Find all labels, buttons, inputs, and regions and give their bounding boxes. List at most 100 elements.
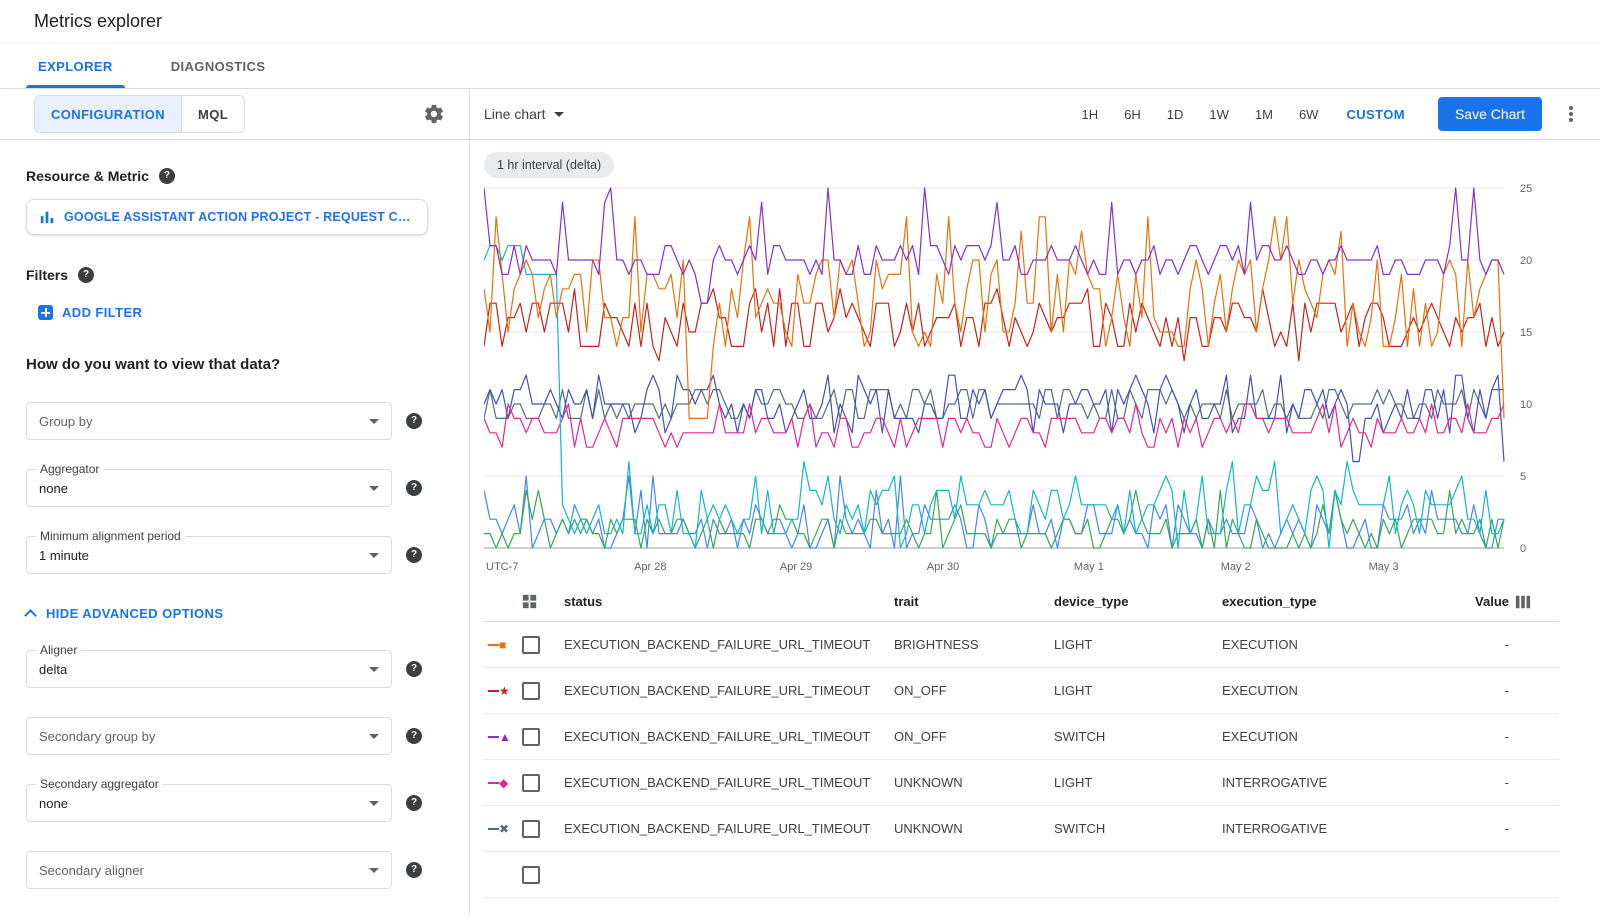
- range-custom-button[interactable]: CUSTOM: [1346, 101, 1405, 128]
- cell-device-type: LIGHT: [1054, 775, 1222, 790]
- svg-text:Apr 30: Apr 30: [927, 561, 959, 573]
- range-6h-button[interactable]: 6H: [1124, 101, 1141, 128]
- hide-advanced-options-toggle[interactable]: HIDE ADVANCED OPTIONS: [26, 606, 223, 621]
- help-icon[interactable]: ?: [406, 728, 422, 744]
- chart-type-dropdown[interactable]: Line chart: [484, 106, 564, 122]
- legend-grid-icon[interactable]: [522, 594, 564, 609]
- aligner-select[interactable]: Aligner delta: [26, 650, 392, 688]
- help-icon[interactable]: ?: [78, 267, 94, 283]
- table-row[interactable]: ✖ EXECUTION_BACKEND_FAILURE_URL_TIMEOUT …: [484, 806, 1559, 852]
- row-checkbox[interactable]: [522, 636, 540, 654]
- min-alignment-period-select[interactable]: Minimum alignment period 1 minute: [26, 536, 392, 574]
- chevron-down-icon: [369, 553, 379, 558]
- row-checkbox[interactable]: [522, 820, 540, 838]
- column-selector-icon[interactable]: [1515, 594, 1559, 610]
- series-marker-icon: ▲: [488, 731, 522, 743]
- cell-trait: ON_OFF: [894, 729, 1054, 744]
- view-data-question: How do you want to view that data?: [26, 356, 439, 373]
- time-range-group: 1H 6H 1D 1W 1M 6W CUSTOM Save Chart: [1069, 97, 1584, 131]
- configuration-tab[interactable]: CONFIGURATION: [35, 96, 181, 132]
- cell-execution-type: EXECUTION: [1222, 683, 1418, 698]
- chevron-down-icon: [554, 112, 564, 117]
- svg-text:20: 20: [1520, 255, 1532, 267]
- svg-text:Apr 29: Apr 29: [780, 561, 812, 573]
- metric-chip[interactable]: GOOGLE ASSISTANT ACTION PROJECT - REQUES…: [26, 199, 428, 235]
- cell-trait: UNKNOWN: [894, 821, 1054, 836]
- row-checkbox[interactable]: [522, 682, 540, 700]
- aggregator-select[interactable]: Aggregator none: [26, 469, 392, 507]
- table-row[interactable]: ■ EXECUTION_BACKEND_FAILURE_URL_TIMEOUT …: [484, 622, 1559, 668]
- configuration-sidebar: CONFIGURATION MQL Resource & Metric ? GO…: [0, 89, 470, 915]
- add-filter-button[interactable]: ADD FILTER: [38, 305, 142, 320]
- series-table: status trait device_type execution_type …: [470, 580, 1600, 898]
- col-execution-type: execution_type: [1222, 594, 1418, 609]
- chevron-down-icon: [369, 801, 379, 806]
- top-tab-bar: EXPLORER DIAGNOSTICS: [0, 44, 1600, 89]
- chevron-down-icon: [369, 486, 379, 491]
- group-by-select[interactable]: Group by: [26, 402, 392, 440]
- resource-metric-section: Resource & Metric ?: [26, 168, 439, 184]
- cell-trait: BRIGHTNESS: [894, 637, 1054, 652]
- help-icon[interactable]: ?: [406, 547, 422, 563]
- more-options-icon[interactable]: [1558, 101, 1584, 127]
- row-checkbox[interactable]: [522, 866, 540, 884]
- secondary-aggregator-value: none: [39, 796, 68, 811]
- row-checkbox[interactable]: [522, 774, 540, 792]
- range-1h-button[interactable]: 1H: [1082, 101, 1099, 128]
- settings-gear-icon[interactable]: [421, 101, 447, 127]
- help-icon[interactable]: ?: [406, 661, 422, 677]
- secondary-group-by-select[interactable]: Secondary group by: [26, 717, 392, 755]
- help-icon[interactable]: ?: [406, 862, 422, 878]
- filters-label: Filters: [26, 267, 68, 283]
- cell-value: -: [1418, 637, 1515, 652]
- svg-text:May 1: May 1: [1074, 561, 1104, 573]
- cell-status: EXECUTION_BACKEND_FAILURE_URL_TIMEOUT: [564, 775, 894, 790]
- table-row-partial[interactable]: [484, 852, 1559, 898]
- tab-diagnostics[interactable]: DIAGNOSTICS: [159, 44, 278, 88]
- cell-status: EXECUTION_BACKEND_FAILURE_URL_TIMEOUT: [564, 637, 894, 652]
- range-1d-button[interactable]: 1D: [1167, 101, 1184, 128]
- help-icon[interactable]: ?: [406, 480, 422, 496]
- svg-text:UTC-7: UTC-7: [486, 561, 518, 573]
- help-icon[interactable]: ?: [406, 795, 422, 811]
- row-checkbox[interactable]: [522, 728, 540, 746]
- range-1m-button[interactable]: 1M: [1255, 101, 1273, 128]
- min-alignment-period-value: 1 minute: [39, 548, 89, 563]
- mql-tab[interactable]: MQL: [181, 96, 244, 132]
- secondary-aggregator-select[interactable]: Secondary aggregator none: [26, 784, 392, 822]
- help-icon[interactable]: ?: [159, 168, 175, 184]
- group-by-value: Group by: [39, 414, 92, 429]
- series-marker-icon: ◆: [488, 777, 522, 789]
- svg-text:0: 0: [1520, 543, 1526, 555]
- secondary-group-by-value: Secondary group by: [39, 729, 155, 744]
- table-row[interactable]: ◆ EXECUTION_BACKEND_FAILURE_URL_TIMEOUT …: [484, 760, 1559, 806]
- cell-execution-type: INTERROGATIVE: [1222, 775, 1418, 790]
- save-chart-button[interactable]: Save Chart: [1438, 97, 1542, 131]
- cell-trait: ON_OFF: [894, 683, 1054, 698]
- sidebar-body: Resource & Metric ? GOOGLE ASSISTANT ACT…: [0, 140, 469, 915]
- svg-text:10: 10: [1520, 399, 1532, 411]
- hide-advanced-options-label: HIDE ADVANCED OPTIONS: [46, 606, 223, 621]
- table-row[interactable]: ▲ EXECUTION_BACKEND_FAILURE_URL_TIMEOUT …: [484, 714, 1559, 760]
- page-title: Metrics explorer: [34, 11, 162, 32]
- secondary-aligner-select[interactable]: Secondary aligner: [26, 851, 392, 889]
- help-icon[interactable]: ?: [406, 413, 422, 429]
- range-6w-button[interactable]: 6W: [1299, 101, 1319, 128]
- line-chart[interactable]: 0510152025UTC-7Apr 28Apr 29Apr 30May 1Ma…: [484, 180, 1554, 580]
- svg-text:25: 25: [1520, 183, 1532, 195]
- aligner-value: delta: [39, 662, 67, 677]
- svg-text:5: 5: [1520, 471, 1526, 483]
- table-row[interactable]: ★ EXECUTION_BACKEND_FAILURE_URL_TIMEOUT …: [484, 668, 1559, 714]
- chevron-down-icon: [369, 734, 379, 739]
- tab-explorer[interactable]: EXPLORER: [26, 44, 125, 88]
- cell-execution-type: EXECUTION: [1222, 729, 1418, 744]
- chevron-down-icon: [369, 868, 379, 873]
- series-marker-icon: ■: [488, 639, 522, 651]
- cell-value: -: [1418, 729, 1515, 744]
- filters-section: Filters ?: [26, 267, 439, 283]
- col-status: status: [564, 594, 894, 609]
- cell-execution-type: EXECUTION: [1222, 637, 1418, 652]
- plus-icon: [38, 305, 53, 320]
- cell-value: -: [1418, 775, 1515, 790]
- range-1w-button[interactable]: 1W: [1209, 101, 1229, 128]
